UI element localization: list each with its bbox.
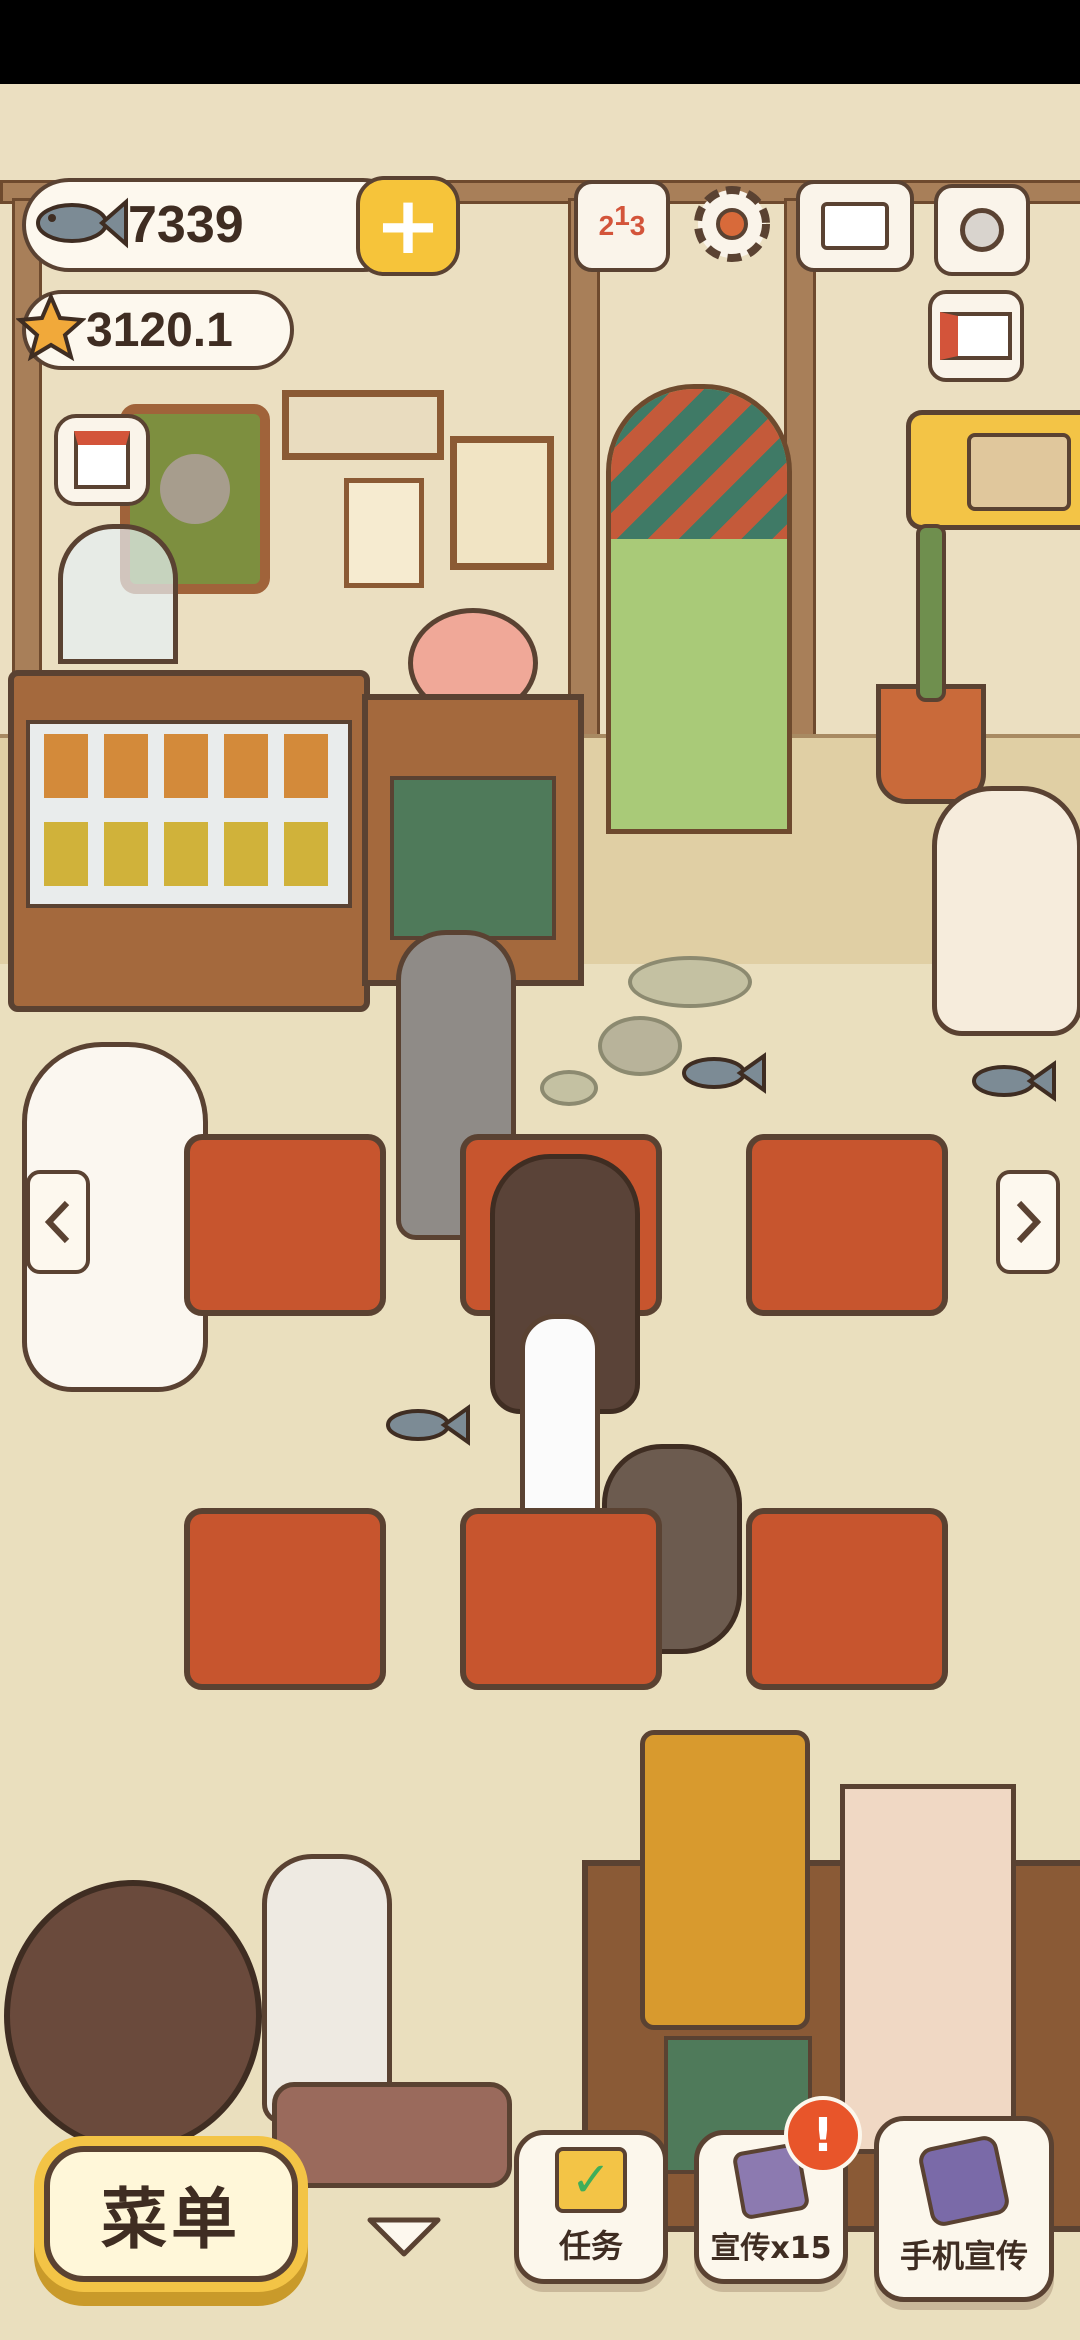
certificate-frame bbox=[344, 478, 424, 588]
newspaper-button[interactable] bbox=[928, 290, 1024, 382]
previous-area-button[interactable] bbox=[26, 1170, 90, 1274]
menu-button-label: 菜单 bbox=[101, 2181, 241, 2258]
menu-button[interactable]: 菜单 bbox=[44, 2146, 298, 2282]
pastry-display-case bbox=[8, 670, 370, 1012]
taiyaki-row bbox=[44, 822, 334, 886]
ranking-button[interactable]: 213 bbox=[574, 180, 670, 272]
camera-icon bbox=[960, 208, 1004, 252]
white-cat-customer[interactable] bbox=[932, 786, 1080, 1036]
cafe-table[interactable] bbox=[184, 1508, 386, 1690]
plus-icon: + bbox=[374, 179, 442, 272]
next-area-button[interactable] bbox=[996, 1170, 1060, 1274]
newspaper-icon bbox=[940, 312, 1012, 360]
phone-promote-label: 手机宣传 bbox=[899, 2237, 1028, 2275]
coffee-machine[interactable] bbox=[640, 1730, 810, 2030]
fish-skeleton-frame bbox=[282, 390, 444, 460]
pet-bed[interactable] bbox=[272, 2082, 512, 2188]
cafe-table[interactable] bbox=[746, 1508, 948, 1690]
doorway-curtain bbox=[611, 389, 787, 539]
cafe-table[interactable] bbox=[460, 1508, 662, 1690]
star-currency-pill: 3120.1 bbox=[15, 290, 294, 370]
soup-cauldron[interactable] bbox=[4, 1880, 262, 2152]
phone-icon bbox=[916, 2133, 1012, 2229]
floor-stone bbox=[628, 956, 752, 1008]
chevron-right-icon bbox=[1016, 1200, 1042, 1244]
chevron-down-icon bbox=[367, 2217, 441, 2257]
fish-currency-pill: 7339 bbox=[22, 178, 410, 272]
game-scene: 7339 + 3120.1 213 菜单 ✓ 任务 宣传x15 ! 手机宣传 bbox=[0, 84, 1080, 2340]
fish-icon bbox=[32, 188, 128, 262]
leaf-frame bbox=[450, 436, 554, 570]
phone-promote-button[interactable]: 手机宣传 bbox=[874, 2116, 1054, 2302]
shop-icon bbox=[74, 431, 130, 489]
fish-count: 7339 bbox=[128, 196, 244, 254]
star-count: 3120.1 bbox=[86, 303, 233, 357]
tasks-label: 任务 bbox=[558, 2227, 623, 2265]
cactus bbox=[916, 524, 946, 702]
floor-fish-icon[interactable] bbox=[382, 1400, 472, 1454]
rank-1: 1 bbox=[614, 200, 630, 231]
coffee-bean-bags bbox=[840, 1784, 1016, 2154]
cafe-table[interactable] bbox=[746, 1134, 948, 1316]
floor-stone bbox=[598, 1016, 682, 1076]
floor-fish-icon[interactable] bbox=[968, 1056, 1058, 1110]
recipe-book-icon bbox=[821, 202, 889, 250]
checklist-icon: ✓ bbox=[555, 2147, 627, 2213]
cookie-event-banner[interactable] bbox=[906, 410, 1080, 530]
notification-badge: ! bbox=[784, 2096, 862, 2174]
cactus-pot bbox=[876, 684, 986, 804]
recipe-book-button[interactable] bbox=[796, 180, 914, 272]
camera-button[interactable] bbox=[934, 184, 1030, 276]
settings-button[interactable] bbox=[688, 180, 776, 268]
cafe-doorway bbox=[606, 384, 792, 834]
tasks-button[interactable]: ✓ 任务 bbox=[514, 2130, 668, 2284]
rank-3: 3 bbox=[629, 210, 646, 241]
cookie-icon bbox=[967, 433, 1071, 511]
ranking-podium-icon: 213 bbox=[598, 200, 646, 242]
cafe-table[interactable] bbox=[184, 1134, 386, 1316]
rank-2: 2 bbox=[598, 210, 615, 241]
promote-label: 宣传x15 bbox=[710, 2231, 832, 2266]
add-currency-button[interactable]: + bbox=[356, 176, 460, 276]
chevron-left-icon bbox=[44, 1200, 70, 1244]
stand-drawer bbox=[390, 776, 556, 940]
muffin-row bbox=[44, 734, 334, 798]
star-icon bbox=[15, 291, 87, 367]
cake-dome bbox=[58, 524, 178, 664]
garden-view bbox=[611, 539, 787, 829]
shop-button[interactable] bbox=[54, 414, 150, 506]
floor-stone bbox=[540, 1070, 598, 1106]
cat-portrait bbox=[160, 454, 230, 524]
floor-fish-icon[interactable] bbox=[678, 1048, 768, 1102]
collapse-button[interactable] bbox=[364, 2214, 444, 2257]
gear-icon bbox=[694, 186, 770, 262]
pastry-glass bbox=[26, 720, 352, 908]
